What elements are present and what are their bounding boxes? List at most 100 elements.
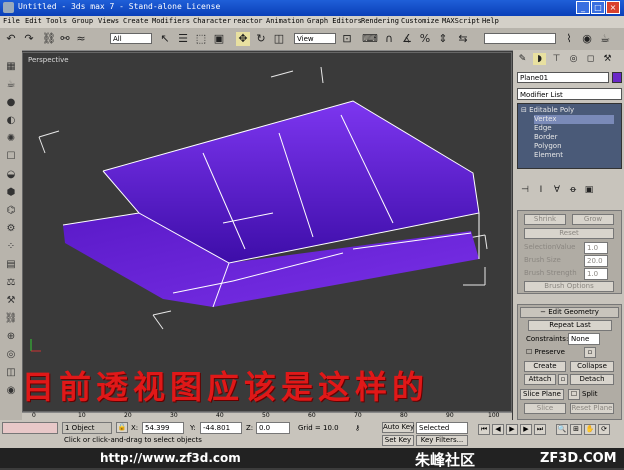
maximize-button[interactable]: □ xyxy=(591,1,605,14)
split-checkbox[interactable]: ☐ xyxy=(568,389,580,400)
undo-icon[interactable]: ↶ xyxy=(4,32,18,46)
spinner-snap-icon[interactable]: ⇕ xyxy=(436,32,450,46)
tool-sphere-icon[interactable]: ● xyxy=(3,96,19,110)
redo-icon[interactable]: ↷ xyxy=(22,32,36,46)
tool-box-icon[interactable]: ▦ xyxy=(3,60,19,74)
perspective-viewport[interactable]: Perspective xyxy=(22,52,512,412)
set-key-button[interactable]: Set Key xyxy=(382,435,414,446)
percent-snap-icon[interactable]: % xyxy=(418,32,432,46)
menu-group[interactable]: Group xyxy=(72,17,93,25)
goto-end-icon[interactable]: ⏭ xyxy=(534,424,546,435)
attach-list-button[interactable]: ▫ xyxy=(558,374,568,385)
menu-file[interactable]: File xyxy=(3,17,20,25)
brush-options-button[interactable]: Brush Options xyxy=(524,281,614,292)
configure-sets-icon[interactable]: ▣ xyxy=(583,184,595,196)
remove-modifier-icon[interactable]: ꝋ xyxy=(567,184,579,196)
menu-edit[interactable]: Edit xyxy=(25,17,42,25)
reference-coordinate-dropdown[interactable]: View xyxy=(294,33,336,44)
tool-helper-icon[interactable]: ☐ xyxy=(3,150,19,164)
edit-geometry-header[interactable]: − Edit Geometry xyxy=(520,307,619,318)
keyboard-shortcut-icon[interactable]: ⌨ xyxy=(362,32,378,46)
stack-item-editable-poly[interactable]: ⊟ Editable Poly xyxy=(521,106,574,115)
tool-motion-icon[interactable]: ◎ xyxy=(3,348,19,362)
hierarchy-tab-icon[interactable]: ⊤ xyxy=(550,53,563,65)
tool-teapot-icon[interactable]: ☕ xyxy=(3,78,19,92)
material-editor-icon[interactable]: ◉ xyxy=(580,32,594,46)
goto-start-icon[interactable]: ⏮ xyxy=(478,424,490,435)
menu-views[interactable]: Views xyxy=(98,17,119,25)
snaps-toggle-icon[interactable]: ∩ xyxy=(382,32,396,46)
brush-strength-field[interactable]: 1.0 xyxy=(584,268,608,280)
create-button[interactable]: Create xyxy=(524,361,566,372)
tool-compound-icon[interactable]: ▤ xyxy=(3,258,19,272)
tool-camera-icon[interactable]: ◐ xyxy=(3,114,19,128)
reset-plane-button[interactable]: Reset Plane xyxy=(570,403,614,414)
create-tab-icon[interactable]: ✎ xyxy=(516,53,529,65)
lock-selection-icon[interactable]: 🔒 xyxy=(116,422,128,433)
menu-graph-editors[interactable]: Graph Editors xyxy=(307,17,362,25)
tool-utilities-icon[interactable]: ◉ xyxy=(3,384,19,398)
shrink-button[interactable]: Shrink xyxy=(524,214,566,225)
slice-button[interactable]: Slice xyxy=(524,403,566,414)
key-icon[interactable]: ⚷ xyxy=(355,424,360,432)
select-by-name-icon[interactable]: ☰ xyxy=(176,32,190,46)
unlink-icon[interactable]: ⚯ xyxy=(58,32,72,46)
stack-item-border[interactable]: Border xyxy=(534,133,557,142)
select-and-scale-icon[interactable]: ◫ xyxy=(272,32,286,46)
attach-button[interactable]: Attach xyxy=(524,374,556,385)
curve-editor-icon[interactable]: ⌇ xyxy=(562,32,576,46)
reset-button[interactable]: Reset xyxy=(524,228,614,239)
tool-particles-icon[interactable]: ⁘ xyxy=(3,240,19,254)
zoom-icon[interactable]: 🔍 xyxy=(556,424,568,435)
key-mode-dropdown[interactable]: Selected xyxy=(416,422,468,434)
tool-dynamics-icon[interactable]: ⚖ xyxy=(3,276,19,290)
constraints-dropdown[interactable]: None xyxy=(568,333,600,345)
modifier-list-dropdown[interactable]: Modifier List xyxy=(517,88,622,100)
pan-icon[interactable]: ✋ xyxy=(584,424,596,435)
menu-modifiers[interactable]: Modifiers xyxy=(152,17,190,25)
tool-systems-icon[interactable]: ⚙ xyxy=(3,222,19,236)
stack-item-element[interactable]: Element xyxy=(534,151,563,160)
menu-maxscript[interactable]: MAXScript xyxy=(442,17,480,25)
motion-tab-icon[interactable]: ◎ xyxy=(567,53,580,65)
play-icon[interactable]: ▶ xyxy=(506,424,518,435)
zoom-all-icon[interactable]: ⊞ xyxy=(570,424,582,435)
menu-animation[interactable]: Animation xyxy=(266,17,304,25)
angle-snap-icon[interactable]: ∡ xyxy=(400,32,414,46)
key-filters-button[interactable]: Key Filters... xyxy=(416,435,468,446)
make-unique-icon[interactable]: ∀ xyxy=(551,184,563,196)
menu-help[interactable]: Help xyxy=(482,17,499,25)
menu-customize[interactable]: Customize xyxy=(401,17,439,25)
detach-button[interactable]: Detach xyxy=(570,374,614,385)
selection-filter-dropdown[interactable]: All xyxy=(110,33,152,44)
tool-shape-icon[interactable]: ◒ xyxy=(3,168,19,182)
z-coordinate-field[interactable]: 0.0 xyxy=(256,422,290,434)
select-and-link-icon[interactable]: ⛓ xyxy=(42,32,56,46)
bind-space-warp-icon[interactable]: ≈ xyxy=(74,32,88,46)
rectangular-selection-icon[interactable]: ⬚ xyxy=(194,32,208,46)
preserve-settings-button[interactable]: ▫ xyxy=(584,347,596,358)
y-coordinate-field[interactable]: -44.801 xyxy=(200,422,242,434)
object-name-field[interactable]: Plane01 xyxy=(517,72,609,83)
collapse-button[interactable]: Collapse xyxy=(570,361,614,372)
stack-item-edge[interactable]: Edge xyxy=(534,124,552,133)
preserve-checkbox[interactable]: ☐ Preserve xyxy=(526,348,565,356)
slice-plane-button[interactable]: Slice Plane xyxy=(520,389,564,400)
tool-light-icon[interactable]: ✺ xyxy=(3,132,19,146)
brush-size-field[interactable]: 20.0 xyxy=(584,255,608,267)
select-and-rotate-icon[interactable]: ↻ xyxy=(254,32,268,46)
named-selection-sets-dropdown[interactable] xyxy=(484,33,556,44)
stack-item-polygon[interactable]: Polygon xyxy=(534,142,562,151)
modify-tab-icon[interactable]: ◗ xyxy=(533,53,546,65)
tool-modifiers-icon[interactable]: ⚒ xyxy=(3,294,19,308)
menu-tools[interactable]: Tools xyxy=(46,17,67,25)
close-button[interactable]: × xyxy=(606,1,620,14)
object-color-swatch[interactable] xyxy=(612,72,622,83)
repeat-last-button[interactable]: Repeat Last xyxy=(528,320,612,331)
pin-stack-icon[interactable]: ⊣ xyxy=(519,184,531,196)
menu-reactor[interactable]: reactor xyxy=(233,17,263,25)
menu-character[interactable]: Character xyxy=(193,17,231,25)
grow-button[interactable]: Grow xyxy=(572,214,614,225)
stack-item-vertex[interactable]: Vertex xyxy=(534,115,614,124)
tool-geometry-icon[interactable]: ⬢ xyxy=(3,186,19,200)
